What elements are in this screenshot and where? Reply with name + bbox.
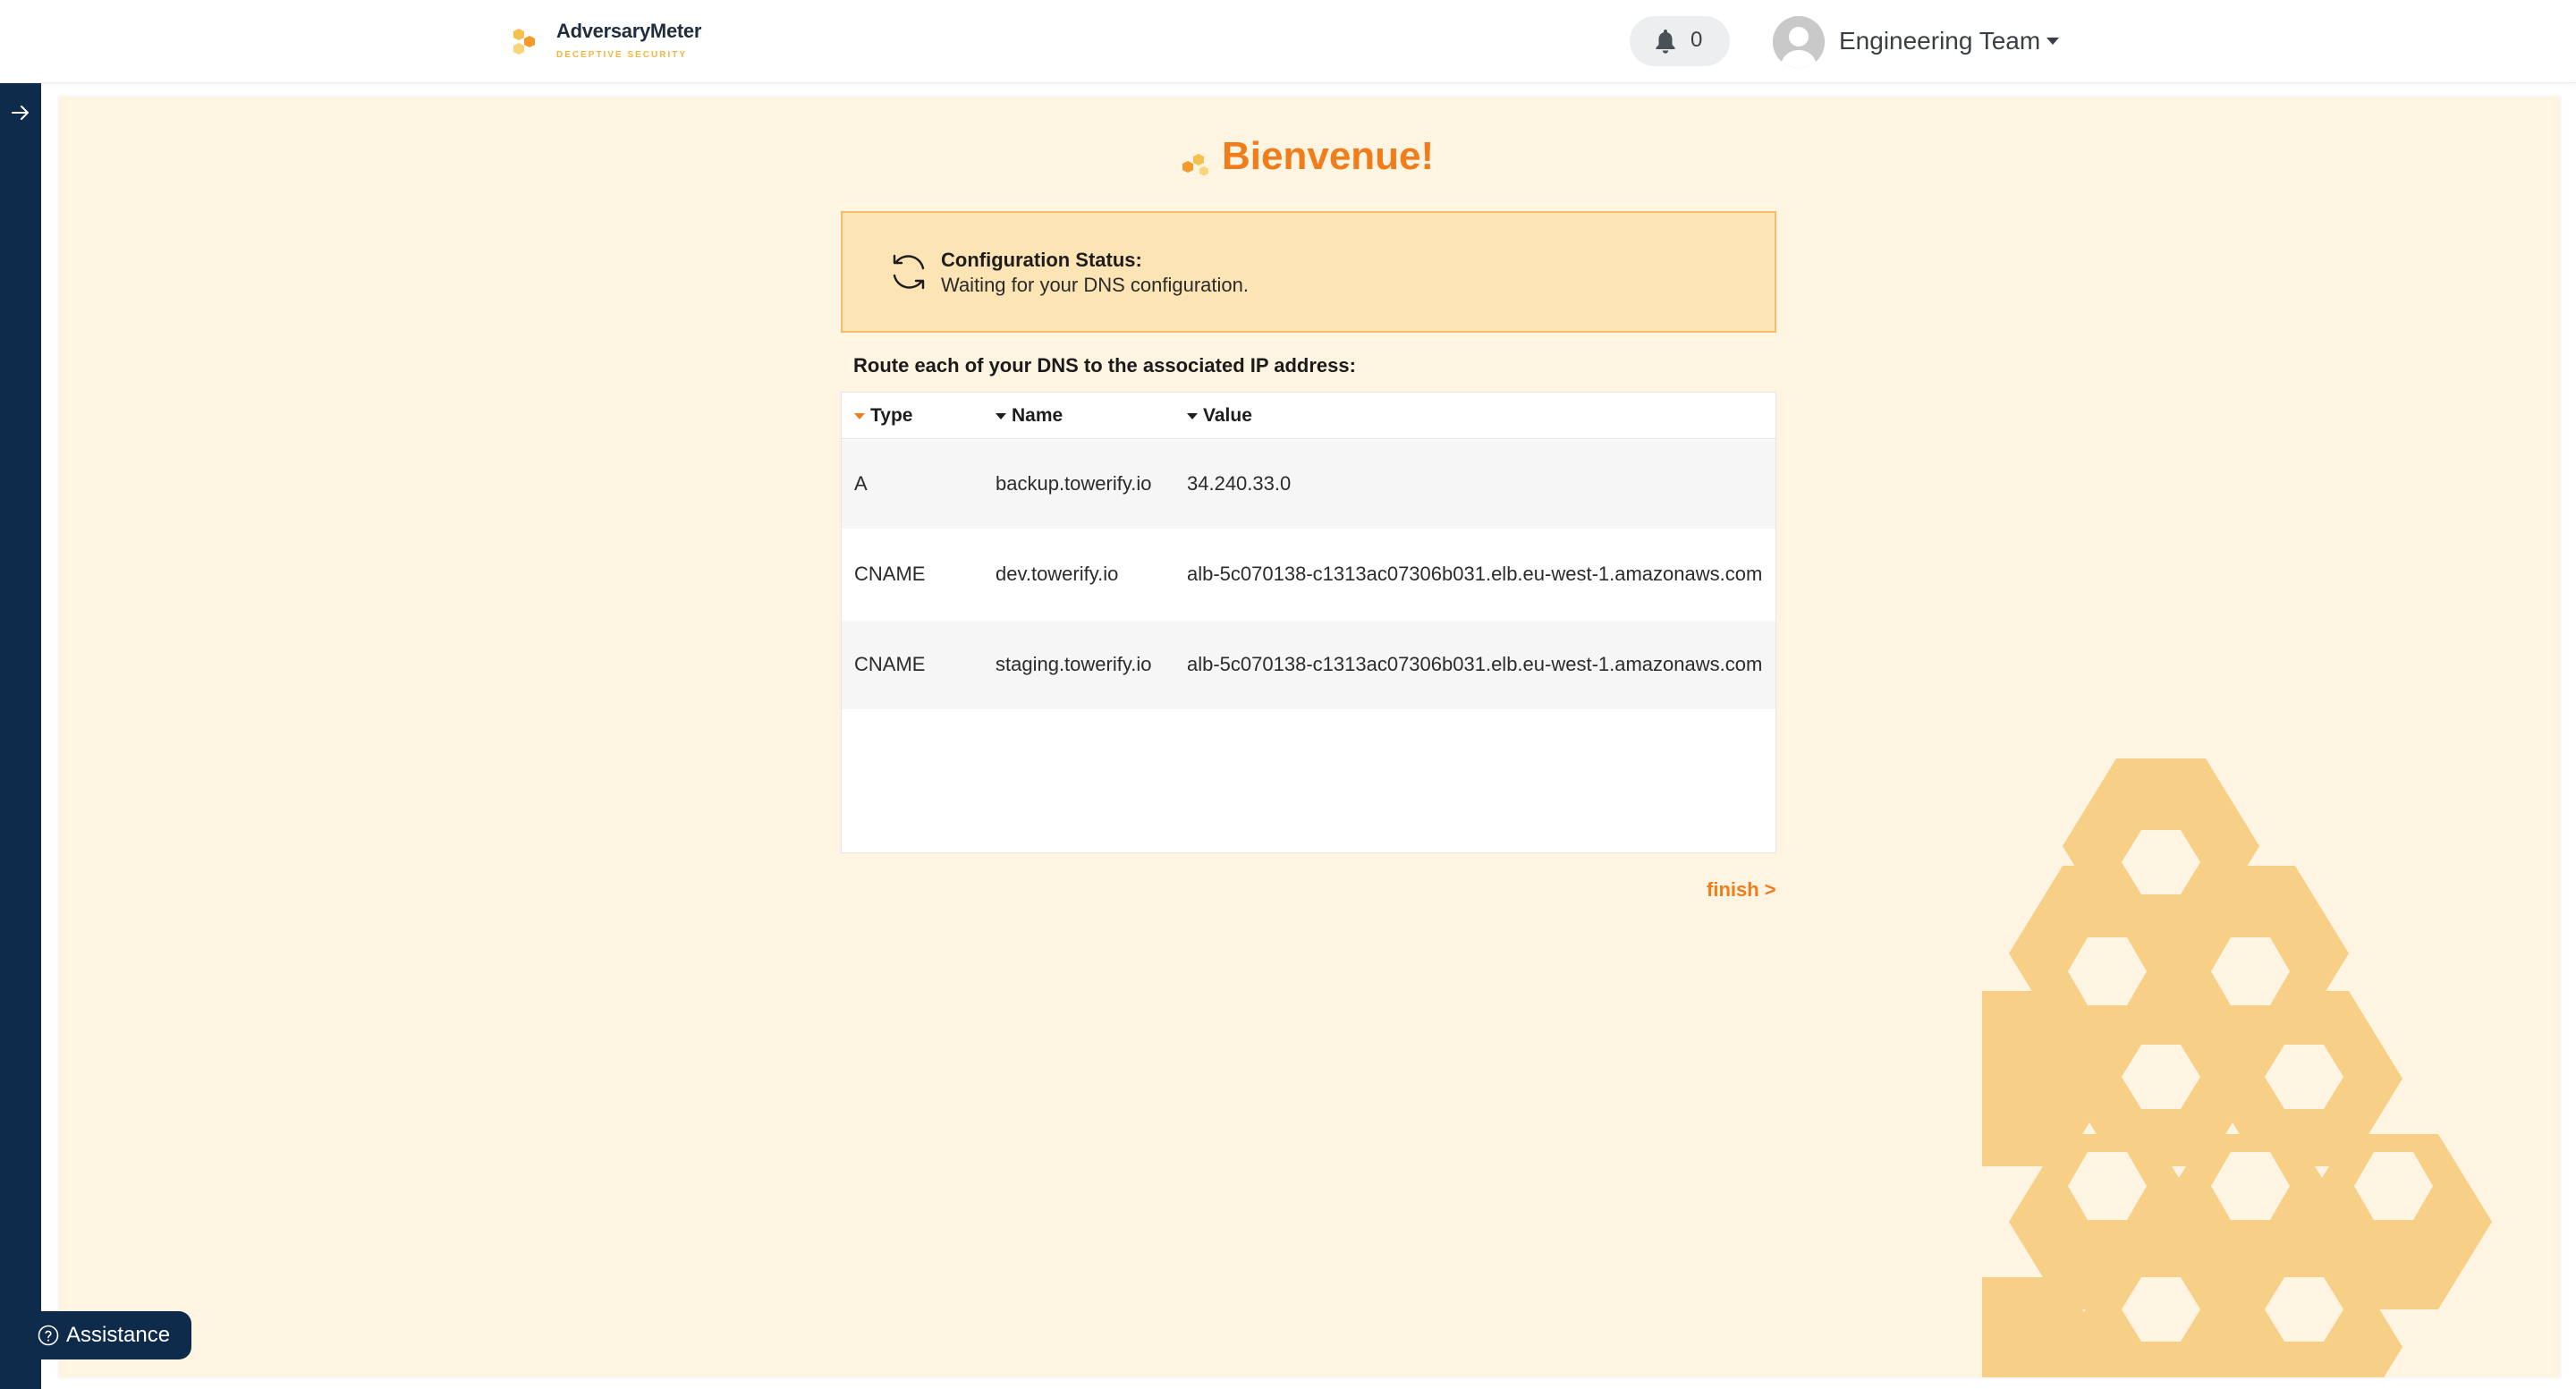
user-avatar-icon <box>1773 16 1825 68</box>
cell-type: CNAME <box>854 563 926 585</box>
cell-type: A <box>854 472 868 495</box>
bell-icon <box>1656 30 1675 54</box>
status-title: Configuration Status: <box>941 249 1142 271</box>
dns-records-table: Type Name Value A backup.towerify.io 34.… <box>841 392 1776 853</box>
table-row: A backup.towerify.io 34.240.33.0 <box>842 440 1775 529</box>
finish-link[interactable]: finish > <box>1707 878 1776 902</box>
sort-caret-icon <box>996 412 1006 419</box>
brand-tagline: DECEPTIVE SECURITY <box>556 50 688 60</box>
cell-type: CNAME <box>854 653 926 675</box>
table-header: Type Name Value <box>842 393 1775 439</box>
brand-logo[interactable]: AdversaryMeter DECEPTIVE SECURITY <box>508 20 732 64</box>
honeycomb-decoration <box>1982 758 2492 1377</box>
notifications-button[interactable]: 0 <box>1630 16 1730 66</box>
column-header-value[interactable]: Value <box>1187 405 1252 427</box>
bee-icon <box>1182 154 1208 176</box>
cell-name: staging.towerify.io <box>996 653 1152 675</box>
chevron-down-icon <box>2046 38 2059 45</box>
status-message: Waiting for your DNS configuration. <box>941 274 1249 296</box>
top-navbar: AdversaryMeter DECEPTIVE SECURITY 0 Engi… <box>0 0 2576 83</box>
table-row: CNAME dev.towerify.io alb-5c070138-c1313… <box>842 530 1775 620</box>
welcome-title: Bienvenue! <box>1222 134 1435 178</box>
notification-count: 0 <box>1690 28 1703 52</box>
route-instructions: Route each of your DNS to the associated… <box>853 354 1356 377</box>
user-menu[interactable]: Engineering Team <box>1773 16 2077 68</box>
assistance-label: Assistance <box>66 1323 171 1347</box>
assistance-button[interactable]: Assistance <box>20 1311 191 1359</box>
cell-value: 34.240.33.0 <box>1187 472 1292 495</box>
cell-value: alb-5c070138-c1313ac07306b031.elb.eu-wes… <box>1187 563 1763 585</box>
sort-caret-icon <box>854 412 865 419</box>
sort-caret-icon <box>1187 412 1198 419</box>
cell-name: dev.towerify.io <box>996 563 1119 585</box>
question-circle-icon <box>38 1325 59 1346</box>
arrow-right-icon[interactable] <box>9 101 32 124</box>
brand-name: AdversaryMeter <box>556 20 702 42</box>
user-name: Engineering Team <box>1839 27 2041 55</box>
column-header-type[interactable]: Type <box>854 405 912 427</box>
bee-hex-logo-icon <box>513 29 535 55</box>
cell-name: backup.towerify.io <box>996 472 1152 495</box>
cell-value: alb-5c070138-c1313ac07306b031.elb.eu-wes… <box>1187 653 1763 675</box>
sidebar <box>0 83 41 1389</box>
welcome-heading: Bienvenue! <box>1181 134 1538 188</box>
sync-icon <box>893 254 925 290</box>
column-header-name[interactable]: Name <box>996 405 1063 427</box>
configuration-status-alert: Configuration Status: Waiting for your D… <box>841 211 1776 333</box>
table-row: CNAME staging.towerify.io alb-5c070138-c… <box>842 621 1775 710</box>
main-panel: Bienvenue! Configuration Status: Waiting… <box>59 97 2560 1377</box>
